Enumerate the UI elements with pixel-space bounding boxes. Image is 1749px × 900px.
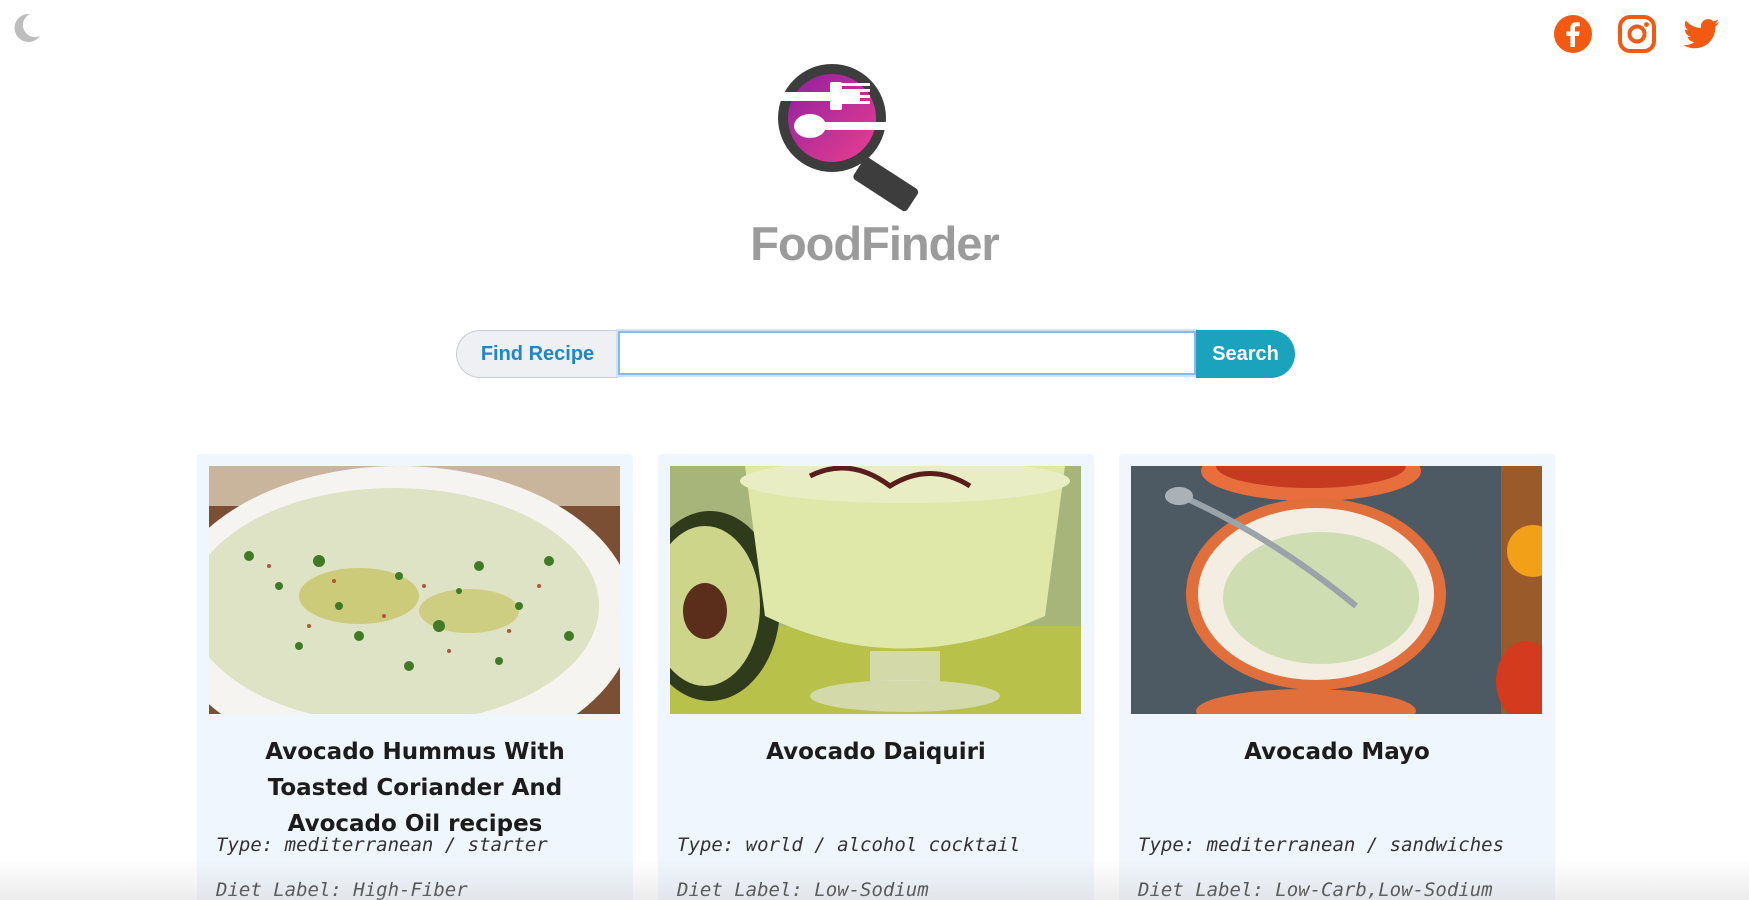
recipe-diet-label: Diet Label: Low-Carb,Low-Sodium xyxy=(1138,879,1493,900)
recipe-title: Avocado Mayo xyxy=(1244,739,1430,765)
recipe-image xyxy=(209,466,620,714)
recipe-title: Avocado Hummus With Toasted Coriander An… xyxy=(265,739,565,837)
search-label: Find Recipe xyxy=(456,330,618,378)
instagram-icon[interactable] xyxy=(1617,14,1657,54)
recipe-image xyxy=(670,466,1081,714)
facebook-icon[interactable] xyxy=(1553,14,1593,54)
twitter-icon[interactable] xyxy=(1681,14,1721,54)
search-button[interactable]: Search xyxy=(1196,330,1295,378)
recipe-type: Type: world / alcohol cocktail xyxy=(677,834,1021,856)
recipe-title: Avocado Daiquiri xyxy=(766,739,986,765)
recipe-type: Type: mediterranean / starter xyxy=(216,834,548,856)
recipe-card[interactable]: Avocado Hummus With Toasted Coriander An… xyxy=(197,454,633,900)
recipe-type: Type: mediterranean / sandwiches xyxy=(1138,834,1505,856)
recipe-card[interactable]: Avocado Mayo Type: mediterranean / sandw… xyxy=(1119,454,1555,900)
logo-text: FoodFinder xyxy=(750,217,999,270)
recipe-list: Avocado Hummus With Toasted Coriander An… xyxy=(197,454,1555,900)
search-bar: Find Recipe Search xyxy=(456,330,1296,378)
moon-icon[interactable] xyxy=(6,8,46,48)
social-links xyxy=(1553,14,1721,54)
magnifier-fork-spoon-logo xyxy=(769,64,918,212)
recipe-diet-label: Diet Label: High-Fiber xyxy=(216,879,468,900)
logo: FoodFinder xyxy=(0,52,1749,271)
search-input[interactable] xyxy=(618,331,1196,375)
recipe-card[interactable]: Avocado Daiquiri Type: world / alcohol c… xyxy=(658,454,1094,900)
recipe-diet-label: Diet Label: Low-Sodium xyxy=(677,879,929,900)
page: FoodFinder Find Recipe Search Avocado Hu… xyxy=(0,0,1749,900)
recipe-image xyxy=(1131,466,1542,714)
